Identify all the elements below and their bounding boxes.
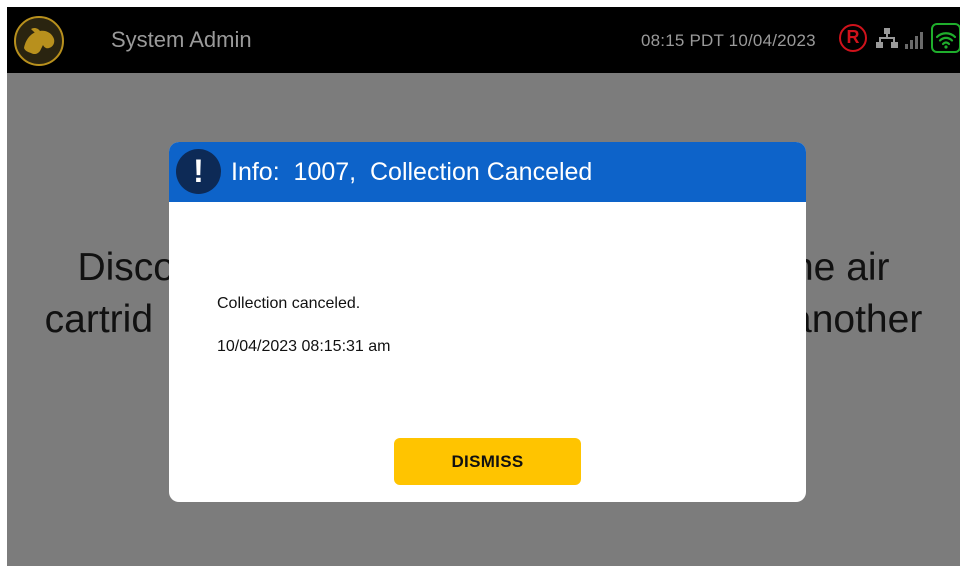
- datetime: 08:15 PDT 10/04/2023: [641, 31, 816, 50]
- dialog-message: Collection canceled.: [217, 295, 361, 312]
- user-label: System Admin: [111, 27, 252, 52]
- wifi-icon[interactable]: [931, 23, 960, 53]
- dog-logo-icon[interactable]: [14, 16, 64, 66]
- dismiss-button[interactable]: DISMISS: [394, 438, 581, 485]
- background-line-2-left: cartrid: [44, 298, 154, 341]
- background-line-2-right: another: [790, 298, 923, 341]
- exclamation-icon: !: [176, 149, 221, 194]
- signal-bars-icon: [905, 32, 923, 49]
- registered-icon: R: [839, 24, 867, 52]
- background-line-1-left: Disco: [77, 246, 175, 289]
- dialog-timestamp: 10/04/2023 08:15:31 am: [217, 338, 391, 355]
- network-icon: [876, 28, 898, 48]
- background-line-1-right: he air: [791, 246, 890, 289]
- app-screen: System Admin 08:15 PDT 10/04/2023 R Disc…: [7, 7, 960, 566]
- info-dialog: ! Info: 1007, Collection Canceled Collec…: [169, 142, 806, 502]
- top-bar: System Admin 08:15 PDT 10/04/2023 R: [7, 7, 960, 73]
- dialog-header: ! Info: 1007, Collection Canceled: [169, 142, 806, 202]
- dialog-title: Info: 1007, Collection Canceled: [231, 158, 593, 186]
